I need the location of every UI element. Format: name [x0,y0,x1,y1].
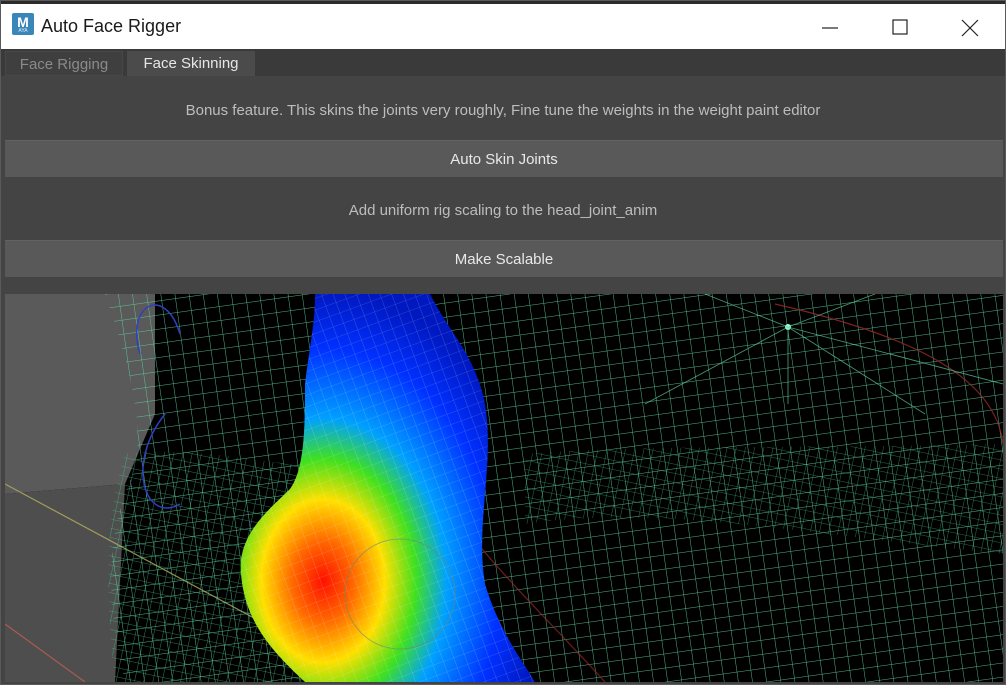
auto-skin-joints-button[interactable]: Auto Skin Joints [5,140,1003,177]
info-label: Bonus feature. This skins the joints ver… [185,102,821,119]
minimize-icon [822,27,838,29]
maximize-button[interactable] [865,7,935,49]
tab-face-rigging[interactable]: Face Rigging [5,51,123,76]
app-window: M AYA Auto Face Rigger Face Rigging Face… [0,0,1006,685]
title-bar[interactable]: M AYA Auto Face Rigger [1,1,1005,49]
tab-face-skinning[interactable]: Face Skinning [127,51,255,76]
close-icon [961,19,979,37]
scaling-label: Add uniform rig scaling to the head_join… [348,202,658,219]
make-scalable-button[interactable]: Make Scalable [5,240,1003,277]
maya-app-icon: M AYA [12,13,34,35]
close-button[interactable] [935,7,1005,49]
maximize-icon [892,19,908,35]
tab-bar: Face Rigging Face Skinning [1,49,1005,76]
weight-paint-viewport-image [5,294,1003,682]
face-skinning-panel: Bonus feature. This skins the joints ver… [1,76,1005,684]
window-title: Auto Face Rigger [41,16,182,36]
minimize-button[interactable] [795,7,865,49]
face-mesh-illustration [5,294,1003,682]
